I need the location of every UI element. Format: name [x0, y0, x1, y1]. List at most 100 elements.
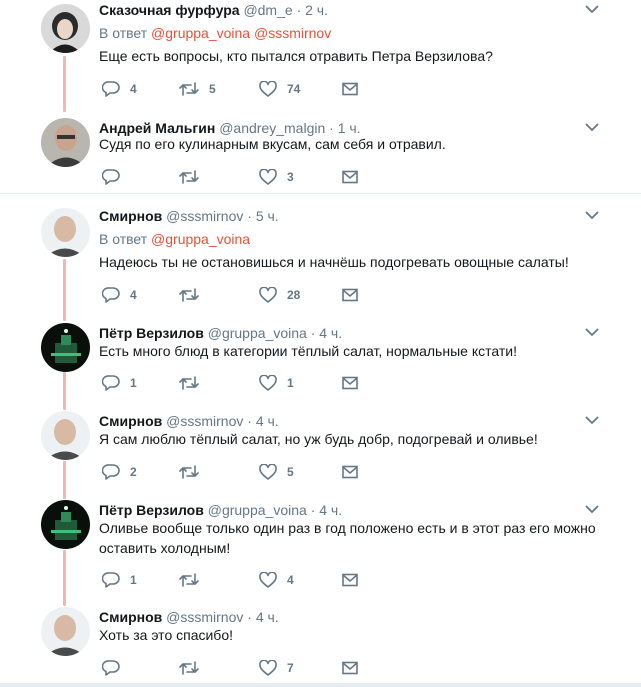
- retweet-button[interactable]: 5: [179, 79, 216, 99]
- retweet-icon: [179, 288, 199, 302]
- chevron-down-icon[interactable]: [585, 210, 599, 220]
- avatar[interactable]: [41, 500, 90, 549]
- message-icon: [342, 288, 358, 302]
- retweet-button[interactable]: [179, 285, 209, 305]
- avatar[interactable]: [41, 208, 90, 257]
- tweet-actions: 7: [99, 658, 379, 678]
- separator-dot: ·: [310, 325, 316, 341]
- reply-icon: [102, 572, 120, 588]
- avatar[interactable]: [41, 607, 90, 656]
- timestamp[interactable]: 4 ч.: [319, 502, 342, 518]
- direct-message-button[interactable]: [342, 658, 358, 678]
- thread-separator: [0, 193, 641, 194]
- retweet-button[interactable]: [179, 167, 209, 187]
- author-handle[interactable]: @dm_e: [243, 2, 292, 18]
- reply-mention[interactable]: @sssmirnov: [254, 25, 331, 41]
- chevron-down-icon[interactable]: [585, 504, 599, 514]
- reply-mention[interactable]: @gruppa_voina: [151, 25, 250, 41]
- tweet-text: Я сам люблю тёплый салат, но уж будь доб…: [99, 431, 538, 447]
- like-button[interactable]: 3: [259, 167, 294, 187]
- chevron-down-icon[interactable]: [585, 122, 599, 132]
- message-icon: [342, 376, 358, 390]
- retweet-icon: [179, 82, 199, 96]
- reply-icon: [102, 81, 120, 97]
- tweet-actions: 1 1: [99, 373, 379, 393]
- author-handle[interactable]: @sssmirnov: [166, 208, 243, 224]
- like-button[interactable]: 1: [259, 373, 294, 393]
- direct-message-button[interactable]: [342, 167, 358, 187]
- reply-prefix: В ответ: [99, 25, 148, 41]
- like-icon: [259, 375, 277, 391]
- tweet-actions: 4 28: [99, 285, 379, 305]
- author-name[interactable]: Смирнов: [99, 413, 162, 429]
- chevron-down-icon[interactable]: [585, 415, 599, 425]
- author-name[interactable]: Сказочная фурфура: [99, 2, 240, 18]
- reply-count: 4: [130, 288, 137, 302]
- thread-connector: [63, 372, 66, 410]
- reply-button[interactable]: [102, 658, 130, 678]
- avatar[interactable]: [41, 118, 90, 167]
- like-count: 7: [287, 661, 294, 675]
- timestamp[interactable]: 4 ч.: [319, 325, 342, 341]
- retweet-button[interactable]: [179, 373, 209, 393]
- tweet-actions: 3: [99, 167, 379, 187]
- like-button[interactable]: 28: [259, 285, 300, 305]
- separator-dot: ·: [247, 609, 252, 625]
- author-handle[interactable]: @sssmirnov: [166, 413, 243, 429]
- retweet-button[interactable]: [179, 570, 209, 590]
- message-icon: [342, 170, 358, 184]
- author-handle[interactable]: @gruppa_voina: [208, 502, 307, 518]
- retweet-icon: [179, 661, 199, 675]
- bottom-border: [0, 683, 641, 687]
- like-count: 3: [287, 170, 294, 184]
- direct-message-button[interactable]: [342, 373, 358, 393]
- timestamp[interactable]: 5 ч.: [256, 208, 279, 224]
- tweet-text: Еще есть вопросы, кто пытался отравить П…: [99, 48, 493, 64]
- direct-message-button[interactable]: [342, 570, 358, 590]
- author-handle[interactable]: @sssmirnov: [166, 609, 243, 625]
- reply-button[interactable]: 2: [102, 462, 137, 482]
- avatar[interactable]: [41, 4, 90, 53]
- chevron-down-icon[interactable]: [585, 4, 599, 14]
- thread-connector: [63, 550, 66, 606]
- timestamp[interactable]: 4 ч.: [256, 609, 279, 625]
- author-name[interactable]: Смирнов: [99, 609, 162, 625]
- tweet-actions: 2 5: [99, 462, 379, 482]
- retweet-icon: [179, 573, 199, 587]
- retweet-button[interactable]: [179, 462, 209, 482]
- thread-connector: [63, 461, 66, 499]
- reply-icon: [102, 169, 120, 185]
- retweet-button[interactable]: [179, 658, 209, 678]
- reply-count: 2: [130, 465, 137, 479]
- direct-message-button[interactable]: [342, 285, 358, 305]
- message-icon: [342, 82, 358, 96]
- reply-button[interactable]: 1: [102, 570, 137, 590]
- timestamp[interactable]: 4 ч.: [256, 413, 279, 429]
- like-button[interactable]: 5: [259, 462, 294, 482]
- like-icon: [259, 660, 277, 676]
- like-button[interactable]: 74: [259, 79, 300, 99]
- like-button[interactable]: 7: [259, 658, 294, 678]
- author-name[interactable]: Пётр Верзилов: [99, 502, 204, 518]
- avatar[interactable]: [41, 411, 90, 460]
- direct-message-button[interactable]: [342, 462, 358, 482]
- author-handle[interactable]: @gruppa_voina: [208, 325, 307, 341]
- direct-message-button[interactable]: [342, 79, 358, 99]
- timestamp[interactable]: 2 ч.: [305, 2, 328, 18]
- avatar[interactable]: [41, 323, 90, 372]
- author-name[interactable]: Пётр Верзилов: [99, 325, 204, 341]
- reply-button[interactable]: 1: [102, 373, 137, 393]
- author-name[interactable]: Смирнов: [99, 208, 162, 224]
- like-icon: [259, 572, 277, 588]
- like-button[interactable]: 4: [259, 570, 294, 590]
- like-count: 28: [287, 288, 301, 302]
- tweet-actions: 1 4: [99, 570, 379, 590]
- retweet-icon: [179, 170, 199, 184]
- reply-button[interactable]: 4: [102, 79, 137, 99]
- reply-button[interactable]: 4: [102, 285, 137, 305]
- reply-mention[interactable]: @gruppa_voina: [151, 231, 250, 247]
- reply-icon: [102, 287, 120, 303]
- chevron-down-icon[interactable]: [585, 327, 599, 337]
- thread-connector: [63, 56, 66, 112]
- reply-button[interactable]: [102, 167, 130, 187]
